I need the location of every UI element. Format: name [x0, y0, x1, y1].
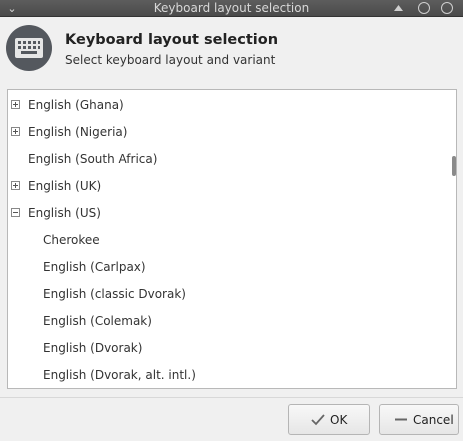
dialog-title: Keyboard layout selection	[65, 32, 279, 48]
tree-item-label: English (UK)	[28, 179, 102, 193]
tree-item-english-ghana[interactable]: English (Ghana)	[8, 93, 448, 120]
cancel-button-label: Cancel	[413, 413, 454, 427]
footer-divider	[0, 397, 463, 398]
tree-item-english-dvorak[interactable]: English (Dvorak)	[8, 336, 448, 363]
expand-plus-icon[interactable]	[11, 100, 20, 109]
vertical-scrollbar[interactable]	[452, 156, 456, 176]
tree-item-english-classic-dvorak[interactable]: English (classic Dvorak)	[8, 282, 448, 309]
tree-item-english-nigeria[interactable]: English (Nigeria)	[8, 120, 448, 147]
tree-item-label: English (US)	[28, 206, 101, 220]
tree-item-english-south-africa[interactable]: English (South Africa)	[8, 147, 448, 174]
dialog-subtitle: Select keyboard layout and variant	[65, 53, 276, 67]
tree-item-label: English (Ghana)	[28, 98, 124, 112]
tree-item-english-us[interactable]: English (US)	[8, 201, 448, 228]
tree-item-label: English (Carlpax)	[43, 260, 146, 274]
collapse-minus-icon[interactable]	[11, 208, 20, 217]
minimize-circle-icon[interactable]	[418, 2, 430, 14]
keyboard-icon	[6, 25, 52, 71]
tree-item-english-colemak[interactable]: English (Colemak)	[8, 309, 448, 336]
tree-item-english-carlpax[interactable]: English (Carlpax)	[8, 255, 448, 282]
tree-item-label: English (classic Dvorak)	[43, 287, 186, 301]
minus-icon	[395, 418, 407, 421]
expand-plus-icon[interactable]	[11, 127, 20, 136]
tree-item-cherokee[interactable]: Cherokee	[8, 228, 448, 255]
tree-item-label: English (Nigeria)	[28, 125, 128, 139]
tree-item-label: English (South Africa)	[28, 152, 158, 166]
ok-button-label: OK	[330, 413, 348, 427]
dialog-header: Keyboard layout selection Select keyboar…	[0, 17, 463, 81]
tree-item-label: English (Colemak)	[43, 314, 152, 328]
expand-plus-icon[interactable]	[11, 181, 20, 190]
keyboard-layout-tree[interactable]: English (Ghana) English (Nigeria) Englis…	[7, 89, 457, 389]
checkmark-icon	[311, 414, 325, 426]
tree-item-english-dvorak-alt-intl[interactable]: English (Dvorak, alt. intl.)	[8, 363, 448, 388]
title-bar: ⌄ Keyboard layout selection	[0, 0, 463, 17]
shade-up-icon[interactable]	[392, 2, 405, 15]
ok-button[interactable]: OK	[288, 404, 370, 435]
cancel-button[interactable]: Cancel	[379, 404, 459, 435]
tree-item-label: Cherokee	[43, 233, 100, 247]
tree-item-label: English (Dvorak, alt. intl.)	[43, 368, 196, 382]
tree-item-english-uk[interactable]: English (UK)	[8, 174, 448, 201]
close-circle-icon[interactable]	[441, 2, 453, 14]
tree-item-label: English (Dvorak)	[43, 341, 143, 355]
